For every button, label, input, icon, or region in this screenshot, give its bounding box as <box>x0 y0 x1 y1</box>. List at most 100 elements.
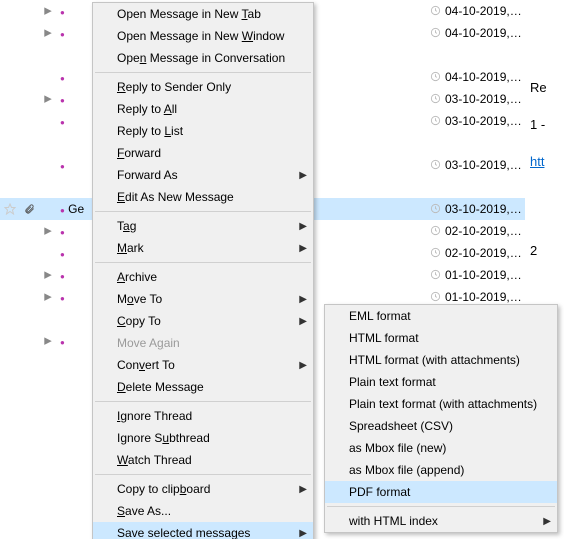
menu-item-label: Convert To <box>117 358 175 372</box>
menu-item-label: Copy to clipboard <box>117 482 210 496</box>
save-submenu-item[interactable]: Plain text format (with attachments) <box>325 393 557 415</box>
clock-icon <box>425 203 445 214</box>
menu-item-label: Save selected messages <box>117 526 250 539</box>
menu-item-label: Move Again <box>117 336 180 350</box>
menu-item-label: Ignore Thread <box>117 409 192 423</box>
menu-item-label: Save As... <box>117 504 171 518</box>
clock-icon <box>425 159 445 170</box>
context-menu-item[interactable]: Ignore Subthread <box>93 427 313 449</box>
context-menu-item[interactable]: Move To▶ <box>93 288 313 310</box>
menu-item-label: Open Message in New Window <box>117 29 284 43</box>
context-menu-item[interactable]: Reply to List <box>93 120 313 142</box>
context-menu-item[interactable]: Save selected messages ▶ <box>93 522 313 539</box>
message-date: 03-10-2019,… <box>445 202 525 216</box>
menu-item-label: as Mbox file (new) <box>349 441 446 455</box>
star-icon[interactable] <box>0 203 20 215</box>
context-menu-item[interactable]: Open Message in New Tab <box>93 3 313 25</box>
context-menu-item[interactable]: Forward <box>93 142 313 164</box>
clock-icon <box>425 247 445 258</box>
thread-toggle-icon[interactable]: ▸ <box>38 289 58 304</box>
thread-toggle-icon[interactable]: ▸ <box>38 91 58 106</box>
context-menu-item[interactable]: Tag▶ <box>93 215 313 237</box>
message-date: 01-10-2019,… <box>445 290 525 304</box>
clock-icon <box>425 27 445 38</box>
context-menu[interactable]: Open Message in New Tab Open Message in N… <box>92 2 314 539</box>
menu-item-label: Reply to Sender Only <box>117 80 231 94</box>
thread-toggle-icon[interactable]: ▸ <box>38 25 58 40</box>
context-menu-item[interactable]: Archive <box>93 266 313 288</box>
message-date: 02-10-2019,… <box>445 224 525 238</box>
context-menu-item[interactable]: Reply to Sender Only <box>93 76 313 98</box>
preview-pane-fragment: Re 1 - htt 2 <box>530 80 564 280</box>
context-menu-separator <box>95 262 311 263</box>
context-menu-item[interactable]: Ignore Thread <box>93 405 313 427</box>
clock-icon <box>425 93 445 104</box>
save-selected-submenu[interactable]: EML formatHTML format HTML format (with a… <box>324 304 558 533</box>
context-menu-item[interactable]: Copy To▶ <box>93 310 313 332</box>
menu-item-label: PDF format <box>349 485 410 499</box>
menu-item-label: Plain text format (with attachments) <box>349 397 537 411</box>
thread-toggle-icon[interactable]: ▸ <box>38 267 58 282</box>
chevron-right-icon: ▶ <box>543 516 551 527</box>
context-menu-item: Move Again <box>93 332 313 354</box>
menu-item-label: Plain text format <box>349 375 436 389</box>
context-menu-item[interactable]: Edit As New Message <box>93 186 313 208</box>
preview-line-1: 1 - <box>530 117 564 132</box>
context-menu-separator <box>95 474 311 475</box>
message-date: 04-10-2019,… <box>445 4 525 18</box>
context-menu-item[interactable]: Open Message in New Window <box>93 25 313 47</box>
message-date: 03-10-2019,… <box>445 158 525 172</box>
context-menu-separator <box>95 211 311 212</box>
save-submenu-item[interactable]: HTML format <box>325 327 557 349</box>
message-date: 04-10-2019,… <box>445 26 525 40</box>
chevron-right-icon: ▶ <box>299 484 307 495</box>
menu-item-label: with HTML index <box>349 514 438 528</box>
chevron-right-icon: ▶ <box>299 528 307 539</box>
thread-toggle-icon[interactable]: ▸ <box>38 223 58 238</box>
save-submenu-item[interactable]: as Mbox file (append) <box>325 459 557 481</box>
save-submenu-item[interactable]: Plain text format <box>325 371 557 393</box>
menu-item-label: Reply to List <box>117 124 183 138</box>
menu-item-label: Spreadsheet (CSV) <box>349 419 453 433</box>
menu-item-label: Edit As New Message <box>117 190 234 204</box>
menu-item-label: Ignore Subthread <box>117 431 210 445</box>
chevron-right-icon: ▶ <box>299 243 307 254</box>
context-menu-item[interactable]: Copy to clipboard ▶ <box>93 478 313 500</box>
context-menu-item[interactable]: Save As... <box>93 500 313 522</box>
chevron-right-icon: ▶ <box>299 316 307 327</box>
message-date: 04-10-2019,… <box>445 70 525 84</box>
preview-line-2: 2 <box>530 243 564 258</box>
clock-icon <box>425 115 445 126</box>
context-menu-item[interactable]: Forward As▶ <box>93 164 313 186</box>
context-menu-separator <box>95 401 311 402</box>
context-menu-item[interactable]: Convert To▶ <box>93 354 313 376</box>
context-menu-item[interactable]: Mark ▶ <box>93 237 313 259</box>
save-submenu-item[interactable]: as Mbox file (new) <box>325 437 557 459</box>
context-menu-item[interactable]: Delete Message <box>93 376 313 398</box>
menu-item-label: Reply to All <box>117 102 177 116</box>
menu-item-label: Delete Message <box>117 380 204 394</box>
menu-item-label: Open Message in Conversation <box>117 51 285 65</box>
menu-item-label: Forward As <box>117 168 178 182</box>
context-menu-separator <box>95 72 311 73</box>
message-date: 03-10-2019,… <box>445 92 525 106</box>
clock-icon <box>425 291 445 302</box>
save-submenu-item[interactable]: PDF format <box>325 481 557 503</box>
context-menu-item[interactable]: Open Message in Conversation <box>93 47 313 69</box>
thread-toggle-icon[interactable]: ▸ <box>38 333 58 348</box>
save-submenu-item[interactable]: with HTML index ▶ <box>325 510 557 532</box>
context-menu-item[interactable]: Watch Thread <box>93 449 313 471</box>
save-submenu-item[interactable]: Spreadsheet (CSV) <box>325 415 557 437</box>
menu-item-label: Tag <box>117 219 136 233</box>
context-menu-item[interactable]: Reply to All <box>93 98 313 120</box>
menu-item-label: Archive <box>117 270 157 284</box>
save-submenu-item[interactable]: HTML format (with attachments) <box>325 349 557 371</box>
thread-toggle-icon[interactable]: ▸ <box>38 3 58 18</box>
clock-icon <box>425 5 445 16</box>
preview-link[interactable]: htt <box>530 154 564 169</box>
menu-item-label: HTML format (with attachments) <box>349 353 520 367</box>
preview-subject: Re <box>530 80 564 95</box>
menu-item-label: Move To <box>117 292 162 306</box>
menu-item-label: Mark <box>117 241 144 255</box>
save-submenu-item[interactable]: EML format <box>325 305 557 327</box>
